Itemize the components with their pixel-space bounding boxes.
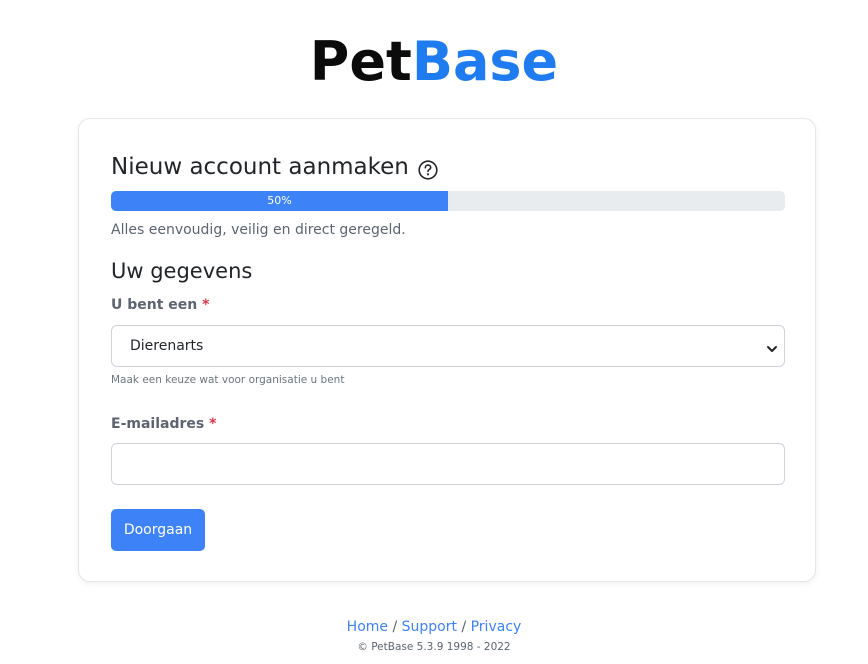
- required-mark: *: [202, 297, 210, 313]
- logo-text-pet: Pet: [309, 30, 412, 93]
- footer-link-support[interactable]: Support: [402, 619, 457, 635]
- card-title-text: Nieuw account aanmaken: [111, 154, 409, 180]
- progress-bar-track: 50%: [111, 191, 785, 211]
- type-field-label: U bent een *: [111, 295, 209, 315]
- section-title: Uw gegevens: [111, 259, 253, 283]
- type-field-label-text: U bent een: [111, 297, 198, 313]
- continue-button[interactable]: Doorgaan: [111, 509, 205, 551]
- copyright-text: © PetBase 5.3.9 1998 - 2022: [357, 641, 511, 653]
- select-value: Dierenarts: [130, 338, 204, 354]
- chevron-down-icon: [766, 340, 778, 352]
- footer-separator: /: [392, 619, 398, 635]
- card-subtitle: Alles eenvoudig, veilig en direct gerege…: [111, 222, 406, 238]
- email-field-label: E-mailadres *: [111, 414, 216, 434]
- footer-separator: /: [461, 619, 467, 635]
- page: PetBase Nieuw account aanmaken 50% Alles…: [0, 0, 868, 664]
- footer-link-privacy[interactable]: Privacy: [471, 619, 522, 635]
- footer-links: Home / Support / Privacy: [0, 617, 868, 637]
- email-field-label-text: E-mailadres: [111, 416, 205, 432]
- petbase-logo: PetBase: [0, 30, 868, 94]
- organisation-type-select[interactable]: Dierenarts: [111, 325, 785, 367]
- required-mark: *: [209, 416, 217, 432]
- logo-text-base: Base: [411, 30, 559, 93]
- type-field-hint: Maak een keuze wat voor organisatie u be…: [111, 374, 345, 386]
- signup-card: Nieuw account aanmaken 50% Alles eenvoud…: [78, 118, 816, 582]
- question-circle-icon[interactable]: [418, 158, 438, 180]
- email-input[interactable]: [111, 443, 785, 485]
- progress-bar-fill: 50%: [111, 191, 448, 211]
- footer-link-home[interactable]: Home: [347, 619, 388, 635]
- card-title: Nieuw account aanmaken: [111, 152, 438, 182]
